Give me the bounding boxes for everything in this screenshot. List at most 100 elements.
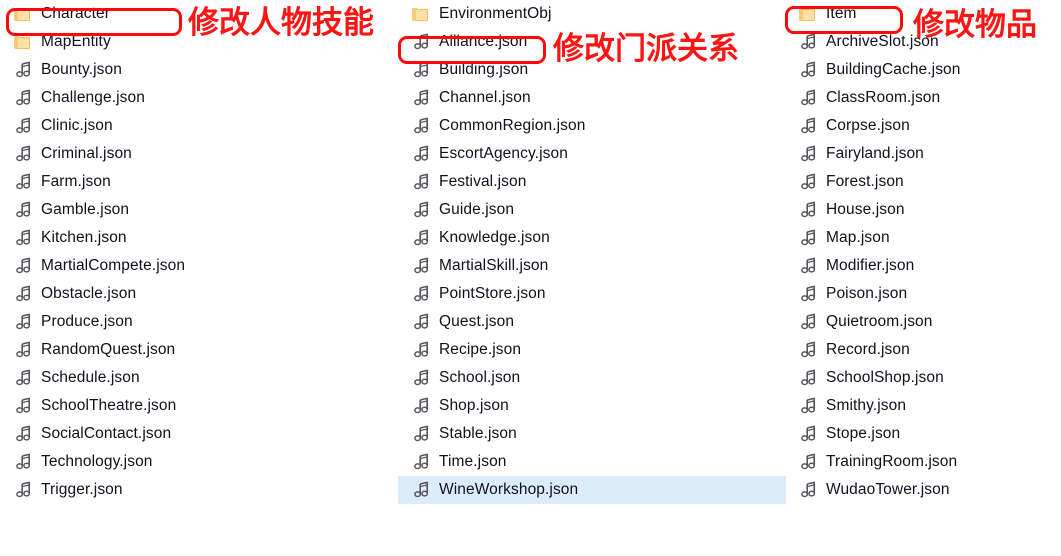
file-row[interactable]: Shop.json [398, 392, 788, 420]
file-name-label: Stable.json [439, 425, 517, 443]
json-file-icon [799, 369, 819, 388]
json-file-icon [799, 257, 819, 276]
json-file-icon [14, 397, 34, 416]
file-row[interactable]: MartialCompete.json [0, 252, 390, 280]
json-file-icon [799, 61, 819, 80]
file-name-label: SchoolTheatre.json [41, 397, 177, 415]
file-name-label: Trigger.json [41, 481, 123, 499]
json-file-icon [799, 201, 819, 220]
file-row[interactable]: SchoolTheatre.json [0, 392, 390, 420]
file-row[interactable]: Forest.json [785, 168, 1061, 196]
file-row[interactable]: Knowledge.json [398, 224, 788, 252]
file-column-character: Character MapEntity Bounty.json Challenge.j… [0, 0, 390, 504]
folder-name-label: Item [826, 5, 857, 23]
file-row[interactable]: School.json [398, 364, 788, 392]
file-name-label: Smithy.json [826, 397, 907, 415]
file-row[interactable]: WineWorkshop.json [398, 476, 786, 504]
file-row[interactable]: Obstacle.json [0, 280, 390, 308]
json-file-icon [14, 481, 34, 500]
json-file-icon [412, 397, 432, 416]
file-row[interactable]: Map.json [785, 224, 1061, 252]
file-row[interactable]: Festival.json [398, 168, 788, 196]
file-row[interactable]: Kitchen.json [0, 224, 390, 252]
file-row[interactable]: Recipe.json [398, 336, 788, 364]
file-name-label: BuildingCache.json [826, 61, 961, 79]
json-file-icon [14, 313, 34, 332]
file-row[interactable]: Trigger.json [0, 476, 390, 504]
json-file-icon [799, 341, 819, 360]
character-note: 修改人物技能 [188, 5, 374, 41]
file-row[interactable]: Modifier.json [785, 252, 1061, 280]
file-name-label: Quietroom.json [826, 313, 933, 331]
folder-icon [799, 7, 819, 22]
json-file-icon [14, 89, 34, 108]
file-name-label: Time.json [439, 453, 507, 471]
json-file-icon [799, 145, 819, 164]
json-file-icon [412, 453, 432, 472]
file-row[interactable]: Smithy.json [785, 392, 1061, 420]
file-row[interactable]: Stope.json [785, 420, 1061, 448]
file-row[interactable]: Produce.json [0, 308, 390, 336]
file-row[interactable]: Poison.json [785, 280, 1061, 308]
file-row[interactable]: Quietroom.json [785, 308, 1061, 336]
json-file-icon [412, 201, 432, 220]
json-file-icon [412, 313, 432, 332]
json-file-icon [412, 33, 432, 52]
file-name-label: Forest.json [826, 173, 904, 191]
file-row[interactable]: Bounty.json [0, 56, 390, 84]
file-name-label: WudaoTower.json [826, 481, 950, 499]
file-name-label: Knowledge.json [439, 229, 550, 247]
folder-icon [14, 35, 34, 50]
json-file-icon [14, 145, 34, 164]
file-name-label: TrainingRoom.json [826, 453, 958, 471]
file-row[interactable]: Corpse.json [785, 112, 1061, 140]
file-name-label: Gamble.json [41, 201, 130, 219]
file-row[interactable]: MartialSkill.json [398, 252, 788, 280]
file-name-label: WineWorkshop.json [439, 481, 579, 499]
file-row[interactable]: Guide.json [398, 196, 788, 224]
json-file-icon [799, 229, 819, 248]
file-row[interactable]: SocialContact.json [0, 420, 390, 448]
file-row[interactable]: Fairyland.json [785, 140, 1061, 168]
file-row[interactable]: Criminal.json [0, 140, 390, 168]
file-row[interactable]: SchoolShop.json [785, 364, 1061, 392]
json-file-icon [14, 425, 34, 444]
file-row[interactable]: Gamble.json [0, 196, 390, 224]
file-row[interactable]: CommonRegion.json [398, 112, 788, 140]
folder-row[interactable]: EnvironmentObj [398, 0, 788, 28]
alliance-note: 修改门派关系 [553, 31, 739, 67]
file-row[interactable]: ClassRoom.json [785, 84, 1061, 112]
json-file-icon [14, 369, 34, 388]
json-file-icon [799, 89, 819, 108]
json-file-icon [412, 89, 432, 108]
file-name-label: Record.json [826, 341, 910, 359]
file-row[interactable]: Challenge.json [0, 84, 390, 112]
json-file-icon [14, 285, 34, 304]
file-row[interactable]: Clinic.json [0, 112, 390, 140]
file-row[interactable]: Channel.json [398, 84, 788, 112]
file-row[interactable]: TrainingRoom.json [785, 448, 1061, 476]
file-row[interactable]: Technology.json [0, 448, 390, 476]
file-row[interactable]: Quest.json [398, 308, 788, 336]
file-row[interactable]: BuildingCache.json [785, 56, 1061, 84]
json-file-icon [14, 453, 34, 472]
file-row[interactable]: Farm.json [0, 168, 390, 196]
file-name-label: Farm.json [41, 173, 111, 191]
file-row[interactable]: PointStore.json [398, 280, 788, 308]
file-name-label: SchoolShop.json [826, 369, 944, 387]
file-row[interactable]: RandomQuest.json [0, 336, 390, 364]
file-name-label: RandomQuest.json [41, 341, 176, 359]
file-row[interactable]: Stable.json [398, 420, 788, 448]
file-row[interactable]: House.json [785, 196, 1061, 224]
file-name-label: Shop.json [439, 397, 509, 415]
file-row[interactable]: Schedule.json [0, 364, 390, 392]
json-file-icon [799, 425, 819, 444]
json-file-icon [799, 481, 819, 500]
file-row[interactable]: Time.json [398, 448, 788, 476]
file-row[interactable]: WudaoTower.json [785, 476, 1061, 504]
file-row[interactable]: Record.json [785, 336, 1061, 364]
file-name-label: Schedule.json [41, 369, 140, 387]
json-file-icon [799, 313, 819, 332]
file-row[interactable]: EscortAgency.json [398, 140, 788, 168]
file-column-world: EnvironmentObj Alliance.json Building.json… [398, 0, 788, 504]
